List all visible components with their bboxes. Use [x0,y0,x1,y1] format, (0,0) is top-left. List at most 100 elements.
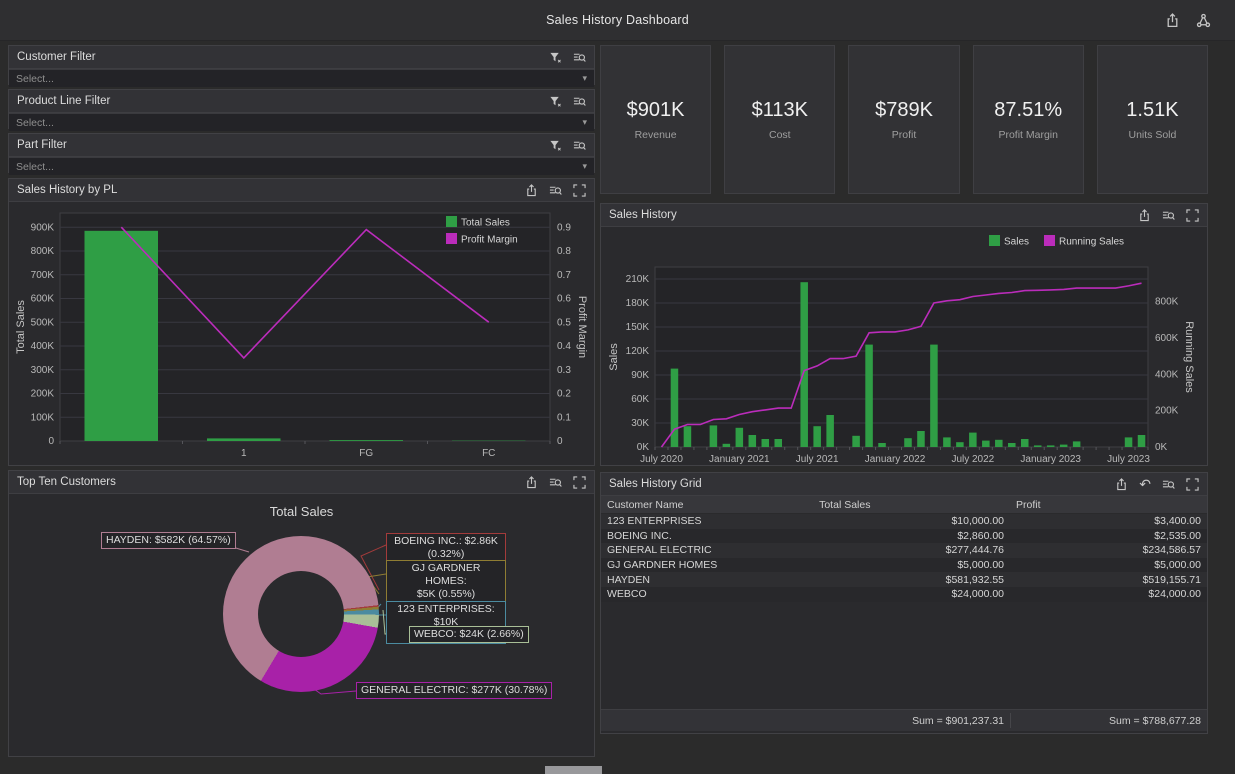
export-button[interactable] [525,184,538,197]
svg-text:400K: 400K [31,341,55,352]
svg-text:600K: 600K [31,294,55,305]
search-parameters-button[interactable] [573,95,586,108]
maximize-button[interactable] [1186,209,1199,222]
product-line-filter-panel: Product Line Filter Select... ▾ [8,89,595,129]
filter-clear-icon [549,139,562,152]
kpi-row: $901K Revenue $113K Cost $789K Profit 87… [600,45,1208,194]
customer-filter-select[interactable]: Select... ▾ [9,69,594,87]
search-parameters-button[interactable] [1162,209,1175,222]
product-line-filter-select[interactable]: Select... ▾ [9,113,594,131]
parameters-icon [1196,13,1211,28]
export-button[interactable] [525,476,538,489]
product-line-filter-label: Product Line Filter [17,95,110,107]
clear-filter-button[interactable] [549,95,562,108]
svg-text:0.1: 0.1 [557,412,571,423]
search-parameters-button[interactable] [573,139,586,152]
search-parameters-button[interactable] [573,51,586,64]
svg-text:0.6: 0.6 [557,294,571,305]
customer-filter-placeholder: Select... [16,73,54,85]
table-row[interactable]: GENERAL ELECTRIC$277,444.76$234,586.57 [601,543,1207,558]
export-icon [525,476,538,489]
table-cell: BOEING INC. [601,530,813,542]
svg-text:1: 1 [241,448,247,459]
export-button[interactable] [1115,478,1128,491]
export-button[interactable] [1165,13,1180,28]
table-row[interactable]: GJ GARDNER HOMES$5,000.00$5,000.00 [601,558,1207,573]
filter-clear-icon [549,51,562,64]
kpi-value: $901K [627,99,685,122]
grid-body: 123 ENTERPRISES$10,000.00$3,400.00BOEING… [601,514,1207,602]
undo-button[interactable]: ↶ [1139,478,1151,491]
table-cell: $2,860.00 [813,530,1010,542]
clear-filter-button[interactable] [549,51,562,64]
maximize-button[interactable] [573,476,586,489]
kpi-label: Profit Margin [998,129,1058,141]
svg-text:0: 0 [48,436,54,447]
table-cell: $2,535.00 [1010,530,1207,542]
column-header-customer-name[interactable]: Customer Name [601,499,813,511]
table-cell: $234,586.57 [1010,544,1207,556]
top-ten-customers-panel: Top Ten Customers Total Sales [8,470,595,757]
svg-text:100K: 100K [31,412,55,423]
clear-filter-button[interactable] [549,139,562,152]
table-row[interactable]: 123 ENTERPRISES$10,000.00$3,400.00 [601,514,1207,529]
profit-sum: Sum = $788,677.28 [1010,713,1207,728]
part-filter-panel: Part Filter Select... ▾ [8,133,595,173]
table-row[interactable]: BOEING INC.$2,860.00$2,535.00 [601,529,1207,544]
svg-text:0.4: 0.4 [557,341,571,352]
chevron-down-icon: ▾ [582,161,587,172]
sales-history-panel: Sales History 0K30K60K90K120K150K180K210… [600,203,1208,466]
svg-text:FC: FC [482,448,495,459]
dashboard-titlebar: Sales History Dashboard [0,0,1235,41]
sales-history-by-pl-panel: Sales History by PL 0100K200K300K400K500… [8,178,595,466]
slice-label-boeing: BOEING INC.: $2.86K (0.32%) [386,533,506,563]
customer-filter-header: Customer Filter [9,46,594,69]
export-button[interactable] [1138,209,1151,222]
sales-history-by-pl-header: Sales History by PL [9,179,594,202]
export-icon [525,184,538,197]
search-lines-icon [549,184,562,197]
customer-filter-panel: Customer Filter Select... ▾ [8,45,595,85]
search-parameters-button[interactable] [1162,478,1175,491]
kpi-units-sold: 1.51K Units Sold [1097,45,1208,194]
search-lines-icon [1162,478,1175,491]
search-parameters-button[interactable] [549,184,562,197]
sales-history-by-pl-chart[interactable]: 0100K200K300K400K500K600K700K800K900K00.… [9,202,592,465]
search-lines-icon [549,476,562,489]
svg-text:0: 0 [557,436,563,447]
maximize-button[interactable] [1186,478,1199,491]
column-header-profit[interactable]: Profit [1010,499,1207,511]
sales-history-chart[interactable]: 0K30K60K90K120K150K180K210K0K200K400K600… [601,227,1205,465]
table-cell: $277,444.76 [813,544,1010,556]
svg-text:Total Sales: Total Sales [15,300,27,354]
table-cell: $581,932.55 [813,574,1010,586]
table-cell: WEBCO [601,588,813,600]
sales-history-title: Sales History [609,209,677,221]
svg-text:200K: 200K [31,389,55,400]
maximize-icon [573,476,586,489]
svg-text:0K: 0K [637,442,650,453]
parameters-button[interactable] [1196,13,1211,28]
top-ten-customers-title: Top Ten Customers [17,476,116,488]
svg-text:180K: 180K [626,298,650,309]
table-row[interactable]: WEBCO$24,000.00$24,000.00 [601,587,1207,602]
maximize-button[interactable] [573,184,586,197]
export-icon [1165,13,1180,28]
export-icon [1115,478,1128,491]
table-cell: $3,400.00 [1010,515,1207,527]
svg-text:800K: 800K [1155,297,1179,308]
svg-text:Profit Margin: Profit Margin [461,235,518,246]
donut-hole [258,571,344,657]
table-row[interactable]: HAYDEN$581,932.55$519,155.71 [601,572,1207,587]
svg-text:0.3: 0.3 [557,365,571,376]
kpi-profit-margin: 87.51% Profit Margin [973,45,1084,194]
column-header-total-sales[interactable]: Total Sales [813,499,1010,511]
undo-icon: ↶ [1139,478,1151,491]
sales-history-grid-title: Sales History Grid [609,478,702,490]
bottom-scrollbar-handle[interactable] [545,766,602,774]
svg-text:200K: 200K [1155,406,1179,417]
dashboard: Sales History Dashboard Customer Filter [0,0,1235,774]
search-parameters-button[interactable] [549,476,562,489]
kpi-label: Cost [769,129,791,141]
part-filter-select[interactable]: Select... ▾ [9,157,594,175]
